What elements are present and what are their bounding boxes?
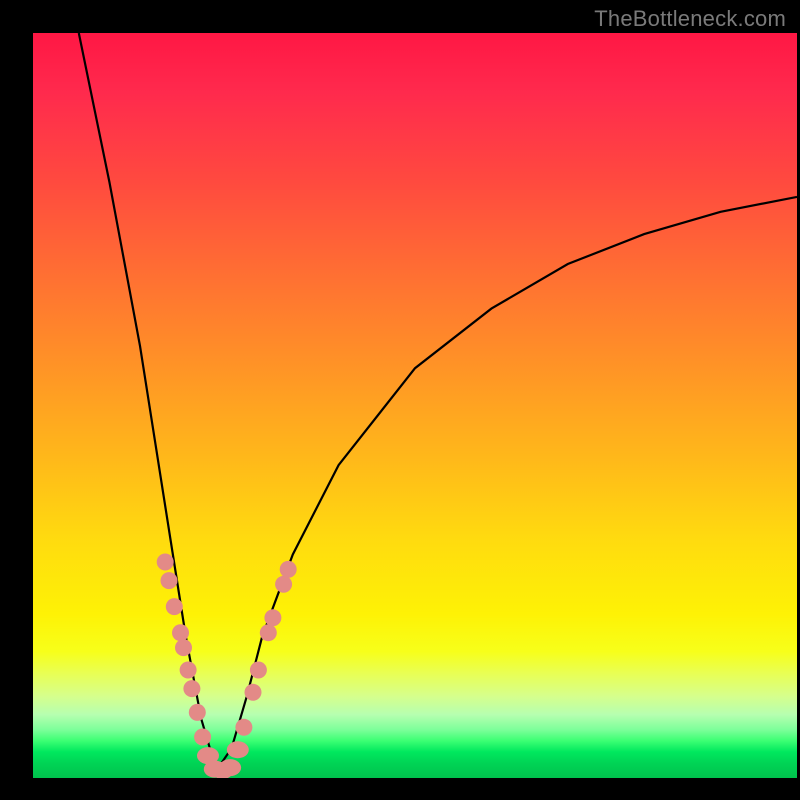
curve-marker bbox=[194, 729, 211, 746]
curve-marker bbox=[245, 684, 262, 701]
curve-marker bbox=[183, 680, 200, 697]
curve-marker bbox=[260, 624, 277, 641]
curve-marker bbox=[264, 609, 281, 626]
chart-frame: TheBottleneck.com bbox=[0, 0, 800, 800]
curve-marker bbox=[180, 662, 197, 679]
curve-marker bbox=[219, 759, 241, 776]
curve-marker bbox=[166, 598, 183, 615]
curve-marker bbox=[280, 561, 297, 578]
curve-marker bbox=[175, 639, 192, 656]
curve-marker bbox=[275, 576, 292, 593]
bottleneck-curve bbox=[79, 33, 797, 771]
watermark-text: TheBottleneck.com bbox=[594, 6, 786, 32]
curve-marker bbox=[161, 572, 178, 589]
plot-area bbox=[33, 33, 797, 778]
curve-marker bbox=[235, 719, 252, 736]
curve-marker bbox=[189, 704, 206, 721]
chart-svg bbox=[33, 33, 797, 778]
curve-marker bbox=[250, 662, 267, 679]
curve-marker bbox=[227, 741, 249, 758]
curve-marker bbox=[172, 624, 189, 641]
curve-marker bbox=[157, 554, 174, 571]
